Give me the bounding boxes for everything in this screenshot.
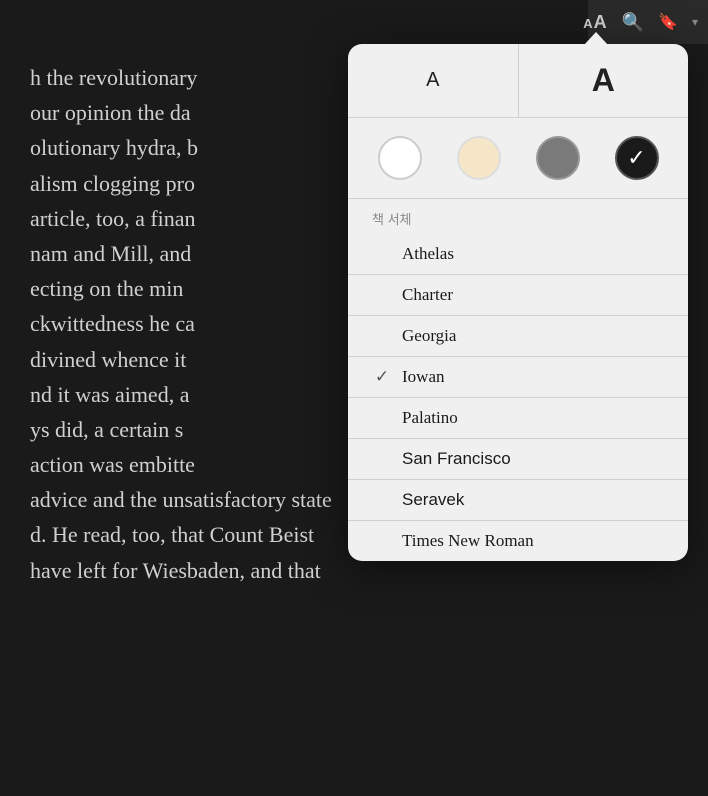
- font-label-seravek: Seravek: [402, 490, 664, 510]
- font-item-iowan[interactable]: ✓ Iowan: [348, 357, 688, 397]
- search-icon[interactable]: 🔍: [622, 12, 644, 33]
- font-settings-popup: A A ✓ 책 서체 Athelas Charter Georgia ✓: [348, 44, 688, 561]
- font-item-times-new-roman[interactable]: Times New Roman: [348, 521, 688, 561]
- font-label-athelas: Athelas: [402, 244, 664, 264]
- font-label-charter: Charter: [402, 285, 664, 305]
- font-item-georgia[interactable]: Georgia: [348, 316, 688, 356]
- font-decrease-button[interactable]: A: [348, 44, 519, 117]
- font-item-palatino[interactable]: Palatino: [348, 398, 688, 438]
- theme-dark-button[interactable]: ✓: [615, 136, 659, 180]
- theme-sepia-button[interactable]: [457, 136, 501, 180]
- font-section-label: 책 서체: [348, 199, 688, 234]
- theme-gray-button[interactable]: [536, 136, 580, 180]
- theme-row: ✓: [348, 118, 688, 199]
- font-label-georgia: Georgia: [402, 326, 664, 346]
- font-check-iowan: ✓: [372, 367, 392, 387]
- chevron-down-icon[interactable]: ▾: [692, 15, 698, 29]
- font-size-row: A A: [348, 44, 688, 118]
- font-list: Athelas Charter Georgia ✓ Iowan Palatino…: [348, 234, 688, 561]
- bookmark-icon[interactable]: 🔖: [658, 12, 678, 32]
- dark-theme-checkmark: ✓: [627, 147, 645, 169]
- font-label-palatino: Palatino: [402, 408, 664, 428]
- font-size-icon[interactable]: AA: [583, 12, 607, 33]
- font-item-seravek[interactable]: Seravek: [348, 480, 688, 520]
- font-item-charter[interactable]: Charter: [348, 275, 688, 315]
- font-item-san-francisco[interactable]: San Francisco: [348, 439, 688, 479]
- font-label-times-new-roman: Times New Roman: [402, 531, 664, 551]
- font-label-san-francisco: San Francisco: [402, 449, 664, 469]
- font-increase-button[interactable]: A: [519, 44, 689, 117]
- theme-white-button[interactable]: [378, 136, 422, 180]
- font-item-athelas[interactable]: Athelas: [348, 234, 688, 274]
- font-label-iowan: Iowan: [402, 367, 664, 387]
